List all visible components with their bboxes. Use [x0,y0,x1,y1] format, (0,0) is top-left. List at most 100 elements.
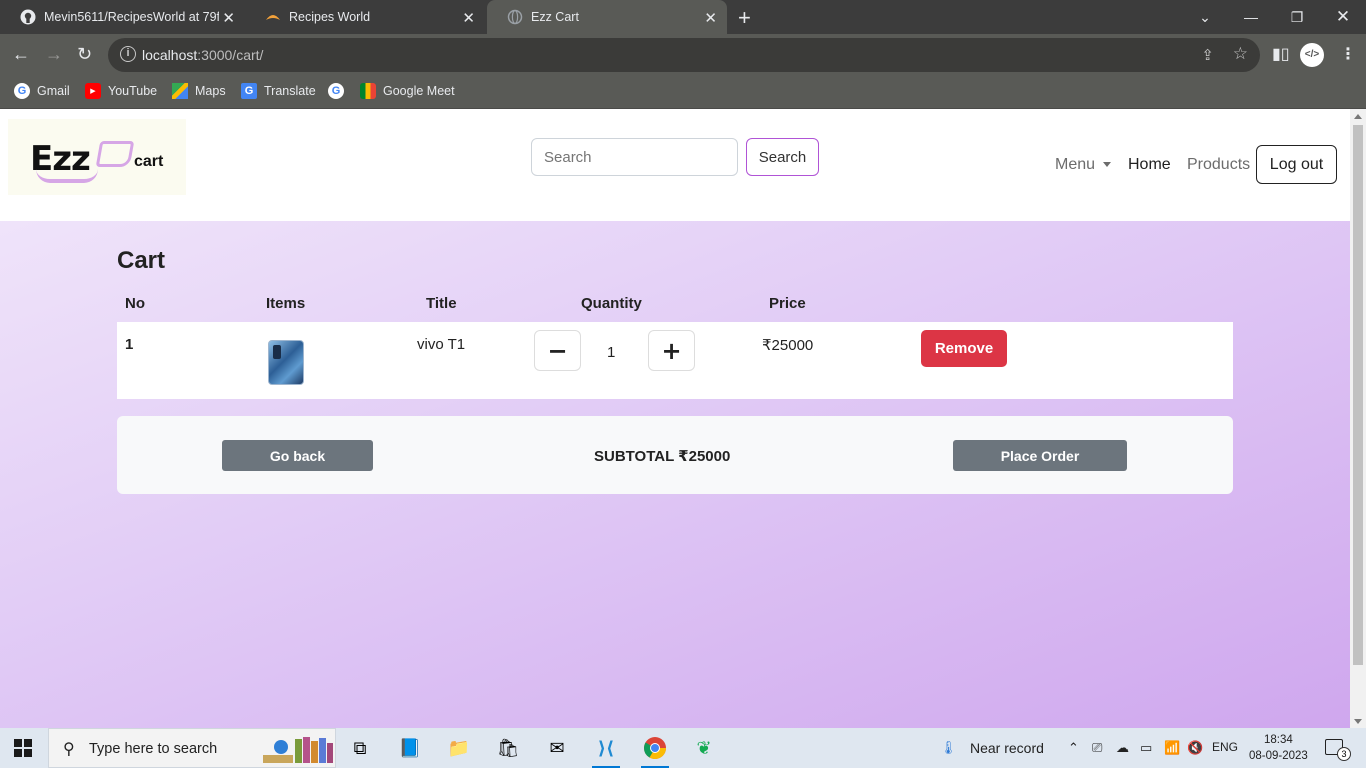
decrement-quantity-button[interactable]: − [534,330,581,371]
url-path: :3000/cart/ [197,47,264,63]
windows-start-icon[interactable] [14,739,32,757]
maps-icon [172,83,188,99]
tab-title: Recipes World [289,10,371,24]
close-window-icon[interactable]: ✕ [1320,0,1366,34]
url-host: localhost [142,47,198,63]
battery-icon[interactable]: ▭ [1140,740,1152,756]
nav-home-link[interactable]: Home [1128,156,1171,174]
restore-icon[interactable]: ❐ [1274,0,1320,34]
item-price: ₹25000 [762,337,814,354]
more-menu-icon[interactable]: ⋮ [1340,44,1356,64]
clock-date: 08-09-2023 [1249,750,1308,762]
close-tab-icon[interactable]: ✕ [462,9,475,27]
search-highlight-books-icon [263,737,333,763]
close-tab-icon[interactable]: ✕ [704,9,717,27]
clock-time: 18:34 [1264,734,1293,746]
bookmark-label: Translate [264,84,316,98]
tab-ezz-cart[interactable]: Ezz Cart ✕ [487,0,727,34]
wifi-icon[interactable]: 📶 [1164,740,1180,756]
bookmark-google-meet[interactable]: Google Meet [360,83,455,99]
google-meet-icon [360,83,376,99]
search-button[interactable]: Search [746,138,819,176]
ezz-cart-logo[interactable]: Ezz cart [8,119,186,195]
remove-item-button[interactable]: Remove [921,330,1007,367]
search-input[interactable] [531,138,738,176]
croissant-icon [265,9,281,25]
onedrive-icon[interactable]: ☁ [1116,740,1129,756]
bookmark-youtube[interactable]: ▶ YouTube [85,83,157,99]
chrome-app-icon[interactable] [641,734,669,768]
mail-app-icon[interactable]: ✉ [543,734,571,762]
volume-muted-icon[interactable]: 🔇 [1187,740,1203,756]
bookmark-label: Gmail [37,84,70,98]
reload-icon[interactable]: ↻ [77,44,92,65]
nav-products-link[interactable]: Products [1187,156,1250,174]
cart-logo-icon [95,141,135,167]
close-tab-icon[interactable]: ✕ [222,9,235,27]
task-view-icon[interactable]: ⧉ [346,734,374,762]
page-title: Cart [117,247,166,274]
language-indicator[interactable]: ENG [1212,740,1238,754]
back-arrow-icon[interactable]: ← [12,44,30,65]
tab-github[interactable]: Mevin5611/RecipesWorld at 79f9 ✕ [0,0,245,34]
weather-thermometer-icon[interactable]: 🌡 [940,740,957,756]
product-image[interactable] [268,340,304,385]
weather-text[interactable]: Near record [970,740,1044,756]
column-header-title: Title [426,295,457,312]
tab-search-icon[interactable]: ⌄ [1182,0,1228,34]
bookmark-google[interactable]: G [328,83,351,99]
vscode-app-icon[interactable]: ⟩⟨ [592,734,620,768]
logout-button[interactable]: Log out [1256,145,1337,184]
notification-center-icon[interactable]: 3 [1325,739,1351,761]
new-tab-icon[interactable]: + [738,5,751,31]
google-icon: G [328,83,344,99]
notepad-app-icon[interactable]: 📘 [396,734,424,762]
tab-title: Ezz Cart [531,10,579,24]
meet-now-icon[interactable]: ⎚ [1092,740,1102,756]
taskbar-search-text: Type here to search [89,741,218,757]
side-panel-icon[interactable]: ▮▯ [1272,44,1290,64]
browser-tab-strip: Mevin5611/RecipesWorld at 79f9 ✕ Recipes… [0,0,1366,34]
share-icon[interactable]: ⇪ [1201,46,1214,64]
taskbar-search-box[interactable]: ⚲ Type here to search [48,728,336,768]
item-title: vivo T1 [417,336,466,353]
page-scrollbar[interactable] [1350,109,1366,728]
show-hidden-icons[interactable]: ⌃ [1068,740,1079,756]
search-icon: ⚲ [63,741,75,758]
bookmark-label: YouTube [108,84,158,98]
scroll-up-arrow-icon[interactable] [1354,114,1362,119]
mongodb-app-icon[interactable]: ❦ [690,734,718,762]
cart-table-row: 1 vivo T1 − 1 + ₹25000 Remove [117,322,1233,399]
microsoft-store-icon[interactable]: 🛍 [494,734,522,762]
profile-avatar-icon[interactable]: </> [1300,43,1324,67]
system-clock[interactable]: 18:34 08-09-2023 [1249,732,1308,764]
nav-menu-dropdown[interactable]: Menu [1055,156,1112,174]
youtube-icon: ▶ [85,83,101,99]
bookmark-star-icon[interactable]: ☆ [1233,44,1248,64]
file-explorer-icon[interactable]: 📁 [445,734,473,762]
minimize-icon[interactable]: — [1228,0,1274,34]
cart-summary: Go back SUBTOTAL ₹25000 Place Order [117,416,1233,494]
url-text[interactable]: localhost:3000/cart/ [142,47,263,63]
go-back-button[interactable]: Go back [222,440,373,471]
notification-count-badge: 3 [1337,747,1351,761]
scrollbar-thumb[interactable] [1353,125,1363,665]
caret-down-icon [1103,162,1112,168]
subtotal-text: SUBTOTAL ₹25000 [594,448,731,465]
address-bar[interactable]: i localhost:3000/cart/ ⇪ ☆ [108,38,1260,72]
bookmark-translate[interactable]: G Translate [241,83,316,99]
logo-sub-text: cart [134,153,164,170]
bookmark-maps[interactable]: Maps [172,83,226,99]
bookmark-gmail[interactable]: G Gmail [14,83,70,99]
tab-recipes-world[interactable]: Recipes World ✕ [245,0,485,34]
forward-arrow-icon[interactable]: → [45,44,63,65]
site-header: Ezz cart Search Menu Home Products Log o… [0,109,1350,221]
column-header-price: Price [769,295,806,312]
place-order-button[interactable]: Place Order [953,440,1127,471]
column-header-items: Items [266,295,306,312]
scroll-down-arrow-icon[interactable] [1354,719,1362,724]
bookmark-label: Google Meet [383,84,455,98]
site-info-icon[interactable]: i [120,46,136,62]
increment-quantity-button[interactable]: + [648,330,695,371]
github-icon [20,9,36,25]
